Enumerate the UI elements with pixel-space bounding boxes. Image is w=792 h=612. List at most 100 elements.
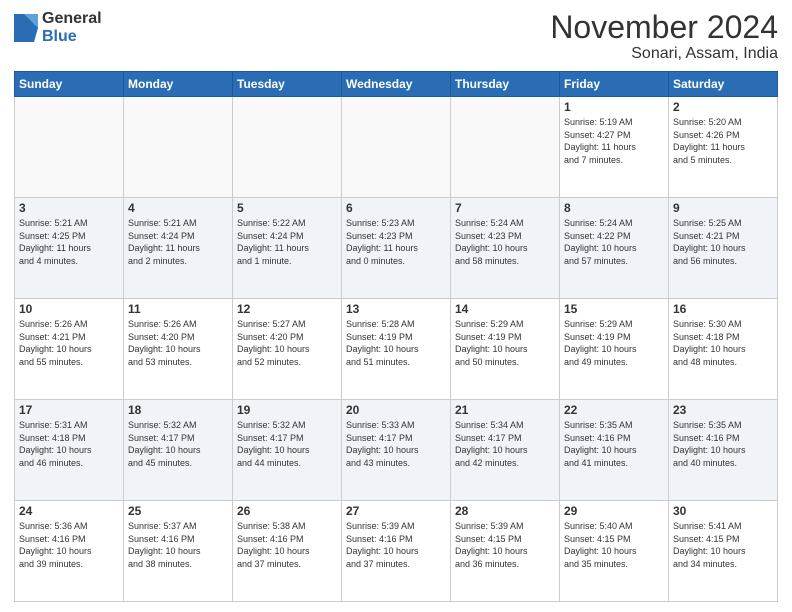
- day-cell: 20 Sunrise: 5:33 AM Sunset: 4:17 PM Dayli…: [342, 400, 451, 501]
- day-number: 16: [673, 302, 773, 316]
- day-cell: 9 Sunrise: 5:25 AM Sunset: 4:21 PM Daylig…: [669, 198, 778, 299]
- day-cell: 28Sunrise: 5:39 AM Sunset: 4:15 PM Dayli…: [451, 501, 560, 602]
- day-cell: 27 Sunrise: 5:39 AM Sunset: 4:16 PM Dayli…: [342, 501, 451, 602]
- week-row-5: 24Sunrise: 5:36 AM Sunset: 4:16 PM Dayli…: [15, 501, 778, 602]
- day-number: 7: [455, 201, 555, 215]
- day-info: Sunrise: 5:23 AM Sunset: 4:23 PM Dayligh…: [346, 217, 446, 267]
- day-number: 9: [673, 201, 773, 215]
- col-header-friday: Friday: [560, 72, 669, 97]
- day-info: Sunrise: 5:20 AM Sunset: 4:26 PM Dayligh…: [673, 116, 773, 166]
- col-header-saturday: Saturday: [669, 72, 778, 97]
- day-info: Sunrise: 5:35 AM Sunset: 4:16 PM Dayligh…: [673, 419, 773, 469]
- day-cell: 4 Sunrise: 5:21 AM Sunset: 4:24 PM Daylig…: [124, 198, 233, 299]
- day-cell: 13 Sunrise: 5:28 AM Sunset: 4:19 PM Dayli…: [342, 299, 451, 400]
- day-info: Sunrise: 5:28 AM Sunset: 4:19 PM Dayligh…: [346, 318, 446, 368]
- day-info: Sunrise: 5:21 AM Sunset: 4:24 PM Dayligh…: [128, 217, 228, 267]
- day-cell: 3Sunrise: 5:21 AM Sunset: 4:25 PM Daylig…: [15, 198, 124, 299]
- day-number: 12: [237, 302, 337, 316]
- day-number: 19: [237, 403, 337, 417]
- logo-general-text: General: [42, 10, 102, 28]
- day-info: Sunrise: 5:26 AM Sunset: 4:20 PM Dayligh…: [128, 318, 228, 368]
- day-number: 26: [237, 504, 337, 518]
- week-row-2: 3Sunrise: 5:21 AM Sunset: 4:25 PM Daylig…: [15, 198, 778, 299]
- day-number: 23: [673, 403, 773, 417]
- col-header-sunday: Sunday: [15, 72, 124, 97]
- day-info: Sunrise: 5:24 AM Sunset: 4:22 PM Dayligh…: [564, 217, 664, 267]
- day-cell: 5 Sunrise: 5:22 AM Sunset: 4:24 PM Daylig…: [233, 198, 342, 299]
- day-number: 6: [346, 201, 446, 215]
- title-block: November 2024 Sonari, Assam, India: [550, 10, 778, 63]
- header: General Blue November 2024 Sonari, Assam…: [14, 10, 778, 63]
- day-info: Sunrise: 5:27 AM Sunset: 4:20 PM Dayligh…: [237, 318, 337, 368]
- day-info: Sunrise: 5:26 AM Sunset: 4:21 PM Dayligh…: [19, 318, 119, 368]
- day-info: Sunrise: 5:40 AM Sunset: 4:15 PM Dayligh…: [564, 520, 664, 570]
- day-cell: 26 Sunrise: 5:38 AM Sunset: 4:16 PM Dayli…: [233, 501, 342, 602]
- logo-icon: [14, 14, 38, 42]
- day-number: 4: [128, 201, 228, 215]
- col-header-thursday: Thursday: [451, 72, 560, 97]
- page: General Blue November 2024 Sonari, Assam…: [0, 0, 792, 612]
- day-info: Sunrise: 5:34 AM Sunset: 4:17 PM Dayligh…: [455, 419, 555, 469]
- day-cell: 15Sunrise: 5:29 AM Sunset: 4:19 PM Dayli…: [560, 299, 669, 400]
- day-info: Sunrise: 5:37 AM Sunset: 4:16 PM Dayligh…: [128, 520, 228, 570]
- day-cell: 24Sunrise: 5:36 AM Sunset: 4:16 PM Dayli…: [15, 501, 124, 602]
- day-info: Sunrise: 5:33 AM Sunset: 4:17 PM Dayligh…: [346, 419, 446, 469]
- day-cell: 16 Sunrise: 5:30 AM Sunset: 4:18 PM Dayli…: [669, 299, 778, 400]
- day-cell: 10Sunrise: 5:26 AM Sunset: 4:21 PM Dayli…: [15, 299, 124, 400]
- calendar-table: SundayMondayTuesdayWednesdayThursdayFrid…: [14, 71, 778, 602]
- day-cell: [451, 97, 560, 198]
- day-info: Sunrise: 5:22 AM Sunset: 4:24 PM Dayligh…: [237, 217, 337, 267]
- day-cell: 18Sunrise: 5:32 AM Sunset: 4:17 PM Dayli…: [124, 400, 233, 501]
- day-info: Sunrise: 5:32 AM Sunset: 4:17 PM Dayligh…: [237, 419, 337, 469]
- day-number: 29: [564, 504, 664, 518]
- day-number: 25: [128, 504, 228, 518]
- day-number: 17: [19, 403, 119, 417]
- day-number: 1: [564, 100, 664, 114]
- header-row: SundayMondayTuesdayWednesdayThursdayFrid…: [15, 72, 778, 97]
- day-info: Sunrise: 5:41 AM Sunset: 4:15 PM Dayligh…: [673, 520, 773, 570]
- day-info: Sunrise: 5:19 AM Sunset: 4:27 PM Dayligh…: [564, 116, 664, 166]
- day-info: Sunrise: 5:35 AM Sunset: 4:16 PM Dayligh…: [564, 419, 664, 469]
- day-number: 20: [346, 403, 446, 417]
- day-cell: 21 Sunrise: 5:34 AM Sunset: 4:17 PM Dayli…: [451, 400, 560, 501]
- day-number: 15: [564, 302, 664, 316]
- week-row-3: 10Sunrise: 5:26 AM Sunset: 4:21 PM Dayli…: [15, 299, 778, 400]
- day-cell: [342, 97, 451, 198]
- day-cell: 23 Sunrise: 5:35 AM Sunset: 4:16 PM Dayli…: [669, 400, 778, 501]
- day-info: Sunrise: 5:31 AM Sunset: 4:18 PM Dayligh…: [19, 419, 119, 469]
- day-info: Sunrise: 5:39 AM Sunset: 4:16 PM Dayligh…: [346, 520, 446, 570]
- day-number: 11: [128, 302, 228, 316]
- logo: General Blue: [14, 10, 102, 45]
- day-info: Sunrise: 5:38 AM Sunset: 4:16 PM Dayligh…: [237, 520, 337, 570]
- day-number: 13: [346, 302, 446, 316]
- day-cell: 19 Sunrise: 5:32 AM Sunset: 4:17 PM Dayli…: [233, 400, 342, 501]
- day-number: 22: [564, 403, 664, 417]
- day-cell: [15, 97, 124, 198]
- day-number: 27: [346, 504, 446, 518]
- day-number: 30: [673, 504, 773, 518]
- week-row-1: 1 Sunrise: 5:19 AM Sunset: 4:27 PM Daylig…: [15, 97, 778, 198]
- day-number: 5: [237, 201, 337, 215]
- day-cell: 1 Sunrise: 5:19 AM Sunset: 4:27 PM Daylig…: [560, 97, 669, 198]
- day-cell: 11 Sunrise: 5:26 AM Sunset: 4:20 PM Dayli…: [124, 299, 233, 400]
- logo-text: General Blue: [42, 10, 102, 45]
- day-number: 21: [455, 403, 555, 417]
- col-header-wednesday: Wednesday: [342, 72, 451, 97]
- day-cell: 29 Sunrise: 5:40 AM Sunset: 4:15 PM Dayli…: [560, 501, 669, 602]
- day-cell: 2 Sunrise: 5:20 AM Sunset: 4:26 PM Daylig…: [669, 97, 778, 198]
- day-info: Sunrise: 5:25 AM Sunset: 4:21 PM Dayligh…: [673, 217, 773, 267]
- month-title: November 2024: [550, 10, 778, 45]
- week-row-4: 17 Sunrise: 5:31 AM Sunset: 4:18 PM Dayli…: [15, 400, 778, 501]
- col-header-monday: Monday: [124, 72, 233, 97]
- logo-blue-text: Blue: [42, 28, 102, 46]
- day-cell: 17 Sunrise: 5:31 AM Sunset: 4:18 PM Dayli…: [15, 400, 124, 501]
- day-info: Sunrise: 5:32 AM Sunset: 4:17 PM Dayligh…: [128, 419, 228, 469]
- day-cell: 6 Sunrise: 5:23 AM Sunset: 4:23 PM Daylig…: [342, 198, 451, 299]
- day-number: 2: [673, 100, 773, 114]
- day-info: Sunrise: 5:39 AM Sunset: 4:15 PM Dayligh…: [455, 520, 555, 570]
- day-info: Sunrise: 5:36 AM Sunset: 4:16 PM Dayligh…: [19, 520, 119, 570]
- day-number: 3: [19, 201, 119, 215]
- day-info: Sunrise: 5:30 AM Sunset: 4:18 PM Dayligh…: [673, 318, 773, 368]
- col-header-tuesday: Tuesday: [233, 72, 342, 97]
- day-cell: 7Sunrise: 5:24 AM Sunset: 4:23 PM Daylig…: [451, 198, 560, 299]
